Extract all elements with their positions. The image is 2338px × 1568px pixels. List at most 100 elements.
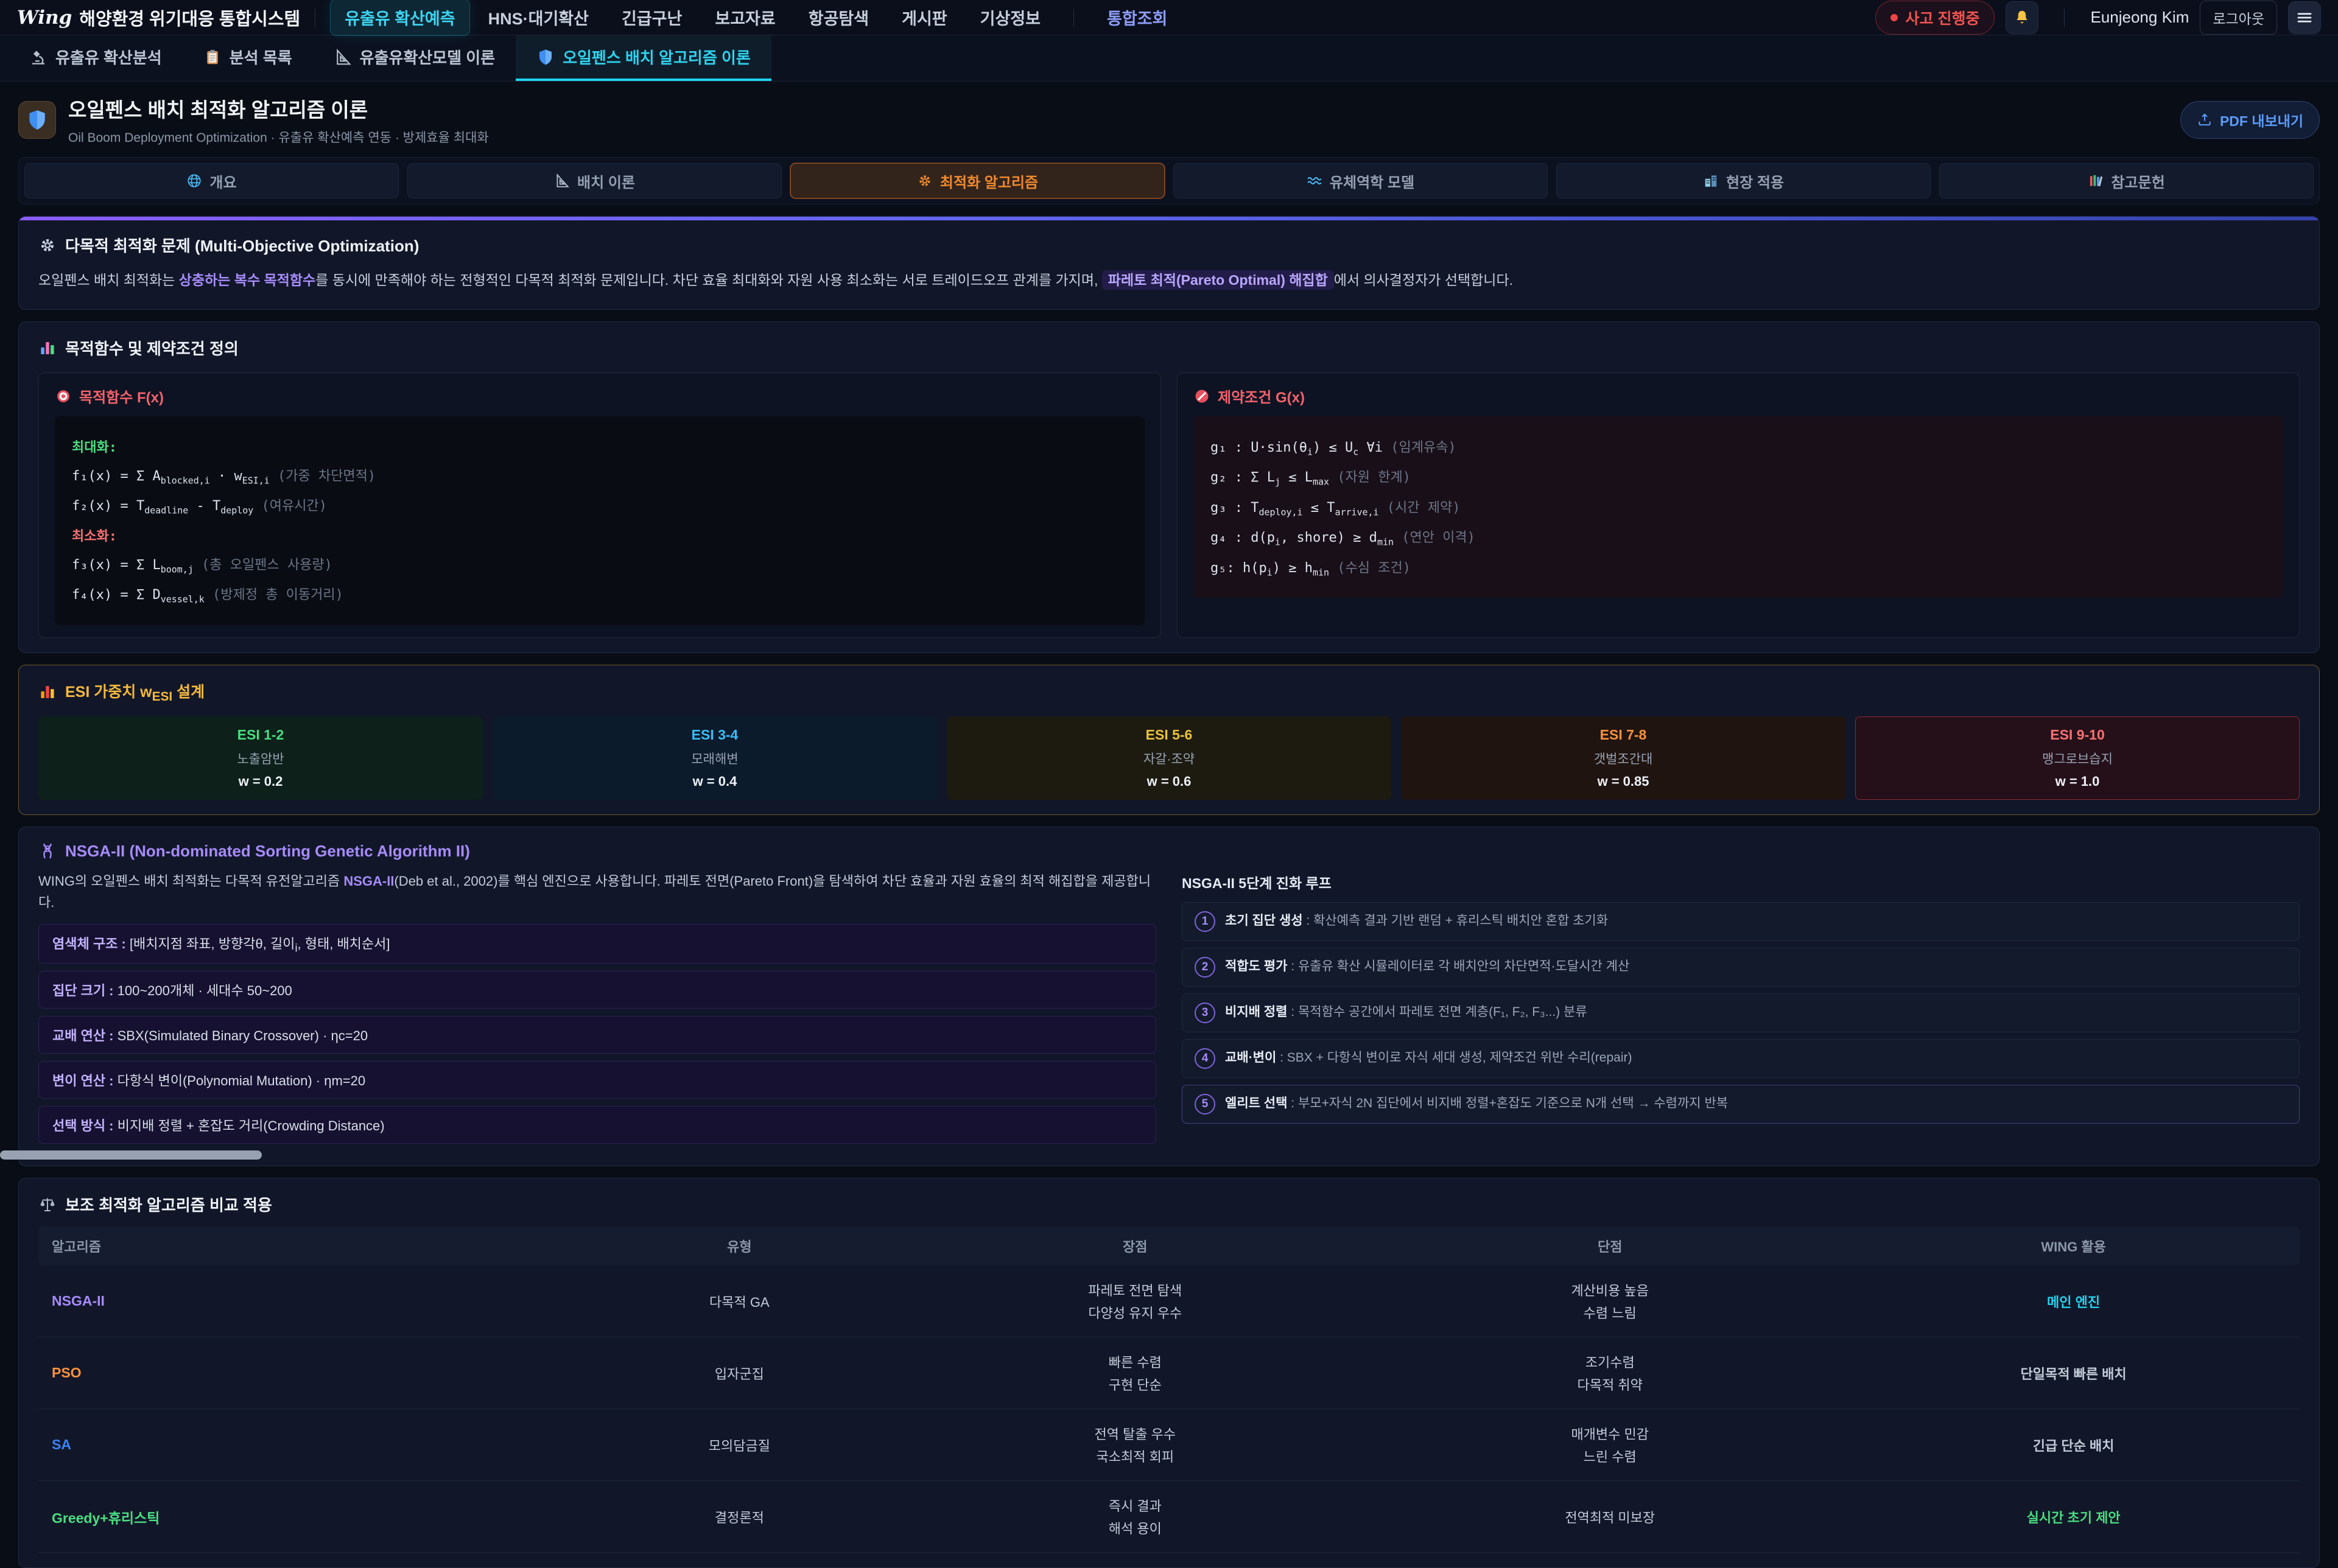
esi-card-4: ESI 9-10맹그로브습지w = 1.0 — [1855, 716, 2300, 800]
logout-button[interactable]: 로그아웃 — [2200, 1, 2277, 35]
gradient-accent-bar — [19, 217, 2319, 220]
formula-line: f₃(x) = Σ Lboom,j (총 오일펜스 사용량) — [72, 554, 1128, 575]
step-label: 초기 집단 생성 — [1225, 914, 1303, 928]
incident-badge-label: 사고 진행중 — [1906, 7, 1980, 29]
export-icon — [2197, 112, 2213, 128]
esi-weight-value: w = 0.6 — [953, 774, 1385, 789]
tab-3[interactable]: 오일펜스 배치 알고리즘 이론 — [516, 35, 771, 81]
tab-1[interactable]: 분석 목록 — [183, 35, 313, 81]
constraint-panel: 제약조건 G(x) g₁ : U·sin(θi) ≤ Uc ∀i (임계유속) g… — [1177, 373, 2300, 638]
esi-range: ESI 9-10 — [1862, 727, 2293, 743]
algo-type: 결정론적 — [581, 1481, 897, 1553]
section-tab-4[interactable]: 현장 적용 — [1556, 163, 1931, 198]
notifications-button[interactable] — [2006, 1, 2038, 34]
cell-line: 전역 탈출 우수 — [908, 1424, 1361, 1443]
objective-function-panel: 목적함수 F(x) 최대화:f₁(x) = Σ Ablocked,i · wES… — [38, 373, 1161, 638]
esi-card-3: ESI 7-8갯벌조간대w = 0.85 — [1401, 716, 1845, 800]
formula-line: g₃ : Tdeploy,i ≤ Tarrive,i (시간 제약) — [1210, 497, 2266, 517]
section-tab-3[interactable]: 유체역학 모델 — [1173, 163, 1548, 198]
esi-shore-type: 노출암반 — [45, 749, 476, 768]
step-number-badge: 2 — [1195, 957, 1215, 978]
navbar-right: 사고 진행중 Eunjeong Kim 로그아웃 — [1875, 1, 2321, 35]
column-header: 유형 — [581, 1227, 897, 1265]
esi-range: ESI 1-2 — [45, 727, 476, 743]
cell-line: 조기수렴 — [1383, 1352, 1836, 1371]
column-header: 장점 — [897, 1227, 1372, 1265]
dna-icon — [38, 842, 57, 860]
app-logo[interactable]: Wing 해양환경 위기대응 통합시스템 — [17, 5, 300, 30]
tab-2[interactable]: 유출유확산모델 이론 — [313, 35, 516, 81]
nav-item-3[interactable]: 보고자료 — [700, 0, 790, 36]
page-header: 오일펜스 배치 최적화 알고리즘 이론 Oil Boom Deployment … — [18, 94, 2320, 146]
horizontal-scrollbar-thumb[interactable] — [0, 1150, 262, 1160]
nsga-parameter-list: 염색체 구조 : [배치지점 좌표, 방향각θ, 길이i, 형태, 배치순서]집… — [38, 924, 1156, 1144]
target-icon — [55, 388, 72, 405]
nav-item-1[interactable]: HNS·대기확산 — [474, 0, 603, 36]
nsga-step-3: 4교배·변이 : SBX + 다항식 변이로 자식 세대 생성, 제약조건 위반… — [1182, 1039, 2300, 1078]
algo-cons: 계산비용 높음수렴 느림 — [1372, 1265, 1847, 1337]
page-title: 오일펜스 배치 최적화 알고리즘 이론 — [68, 94, 489, 123]
top-navbar: Wing 해양환경 위기대응 통합시스템 유출유 확산예측HNS·대기확산긴급구… — [0, 0, 2338, 35]
page-content: 오일펜스 배치 최적화 알고리즘 이론 Oil Boom Deployment … — [0, 82, 2338, 1568]
nsga-param-label: 염색체 구조 : — [52, 936, 130, 951]
formula-line: g₁ : U·sin(θi) ≤ Uc ∀i (임계유속) — [1210, 436, 2266, 457]
nav-item-0[interactable]: 유출유 확산예측 — [330, 0, 469, 36]
section-tab-label: 유체역학 모델 — [1330, 170, 1414, 192]
formula-line: 최소화: — [72, 525, 1128, 545]
compare-section-title: 보조 최적화 알고리즘 비교 적용 — [38, 1193, 2300, 1216]
highlight-em: 상충하는 복수 목적함수 — [179, 272, 315, 288]
algo-wing-usage: 실시간 초기 제안 — [1847, 1481, 2300, 1553]
cell-line: 파레토 전면 탐색 — [908, 1280, 1361, 1300]
pdf-export-button[interactable]: PDF 내보내기 — [2180, 101, 2320, 139]
cell-line: 느린 수렴 — [1383, 1446, 1836, 1466]
nav-item-4[interactable]: 항공탐색 — [794, 0, 883, 36]
hamburger-menu-button[interactable] — [2288, 1, 2321, 34]
esi-shore-type: 자갈·조약 — [953, 749, 1385, 768]
step-label: 적합도 평가 — [1225, 959, 1287, 973]
nav-item-6[interactable]: 기상정보 — [966, 0, 1055, 36]
nsga-param-value: 다항식 변이(Polynomial Mutation) · ηm=20 — [118, 1073, 366, 1088]
esi-section-title: ESI 가중치 wESI 설계 — [38, 680, 2300, 704]
nsga-param-label: 교배 연산 : — [52, 1028, 118, 1043]
nav-item-2[interactable]: 긴급구난 — [607, 0, 697, 36]
nav-item-5[interactable]: 게시판 — [887, 0, 962, 36]
tab-label: 오일펜스 배치 알고리즘 이론 — [563, 46, 751, 68]
esi-weight-value: w = 0.2 — [45, 774, 476, 789]
step-number-badge: 3 — [1195, 1003, 1215, 1023]
multi-objective-paragraph: 오일펜스 배치 최적화는 상충하는 복수 목적함수를 동시에 만족해야 하는 전… — [38, 268, 2300, 292]
algo-type: 다목적 GA — [581, 1265, 897, 1337]
nsga-param-label: 변이 연산 : — [52, 1073, 118, 1088]
section-tab-2[interactable]: 최적화 알고리즘 — [790, 163, 1165, 198]
section-tab-1[interactable]: 배치 이론 — [407, 163, 782, 198]
algo-name: NSGA-II — [38, 1265, 581, 1337]
section-tab-5[interactable]: 참고문헌 — [1939, 163, 2314, 198]
ban-icon — [1193, 388, 1210, 405]
objective-function-title: 목적함수 F(x) — [55, 385, 1145, 407]
nav-item-7[interactable]: 통합조회 — [1092, 0, 1182, 36]
hamburger-icon — [2295, 9, 2314, 27]
shield-icon — [26, 108, 49, 131]
text-segment: WING의 오일펜스 배치 최적화는 다목적 유전알고리즘 — [38, 873, 343, 889]
formula-line: f₁(x) = Σ Ablocked,i · wESI,i (가중 차단면적) — [72, 465, 1128, 486]
column-header: 알고리즘 — [38, 1227, 581, 1265]
nsga-step-0: 1초기 집단 생성 : 확산예측 결과 기반 랜덤 + 휴리스틱 배치안 혼합 … — [1182, 902, 2300, 941]
tab-label: 유출유 확산분석 — [55, 46, 162, 68]
tab-label: 분석 목록 — [230, 46, 292, 68]
esi-shore-type: 맹그로브습지 — [1862, 749, 2293, 768]
building-icon — [1703, 173, 1719, 189]
constraint-title: 제약조건 G(x) — [1193, 385, 2283, 407]
formula-line: g₄ : d(pi, shore) ≥ dmin (연안 이격) — [1210, 527, 2266, 547]
section-tab-0[interactable]: 개요 — [24, 163, 399, 198]
tab-0[interactable]: 유출유 확산분석 — [9, 35, 183, 81]
esi-shore-type: 갯벌조간대 — [1408, 749, 1839, 768]
bell-icon — [2013, 9, 2031, 27]
logo-text: 해양환경 위기대응 통합시스템 — [79, 5, 300, 30]
gear-icon — [38, 236, 57, 254]
step-text: 비지배 정렬 : 목적함수 공간에서 파레토 전면 계층(F₁, F₂, F₃.… — [1225, 1003, 1587, 1021]
text-segment: 에서 의사결정자가 선택합니다. — [1334, 272, 1513, 288]
nsga-param-label: 집단 크기 : — [52, 983, 118, 998]
algo-row-2: SA모의담금질전역 탈출 우수국소최적 회피매개변수 민감느린 수렴긴급 단순 … — [38, 1409, 2300, 1481]
step-text: 교배·변이 : SBX + 다항식 변이로 자식 세대 생성, 제약조건 위반 … — [1225, 1049, 1632, 1067]
cell-line: 계산비용 높음 — [1383, 1280, 1836, 1300]
scales-icon — [38, 1195, 57, 1214]
